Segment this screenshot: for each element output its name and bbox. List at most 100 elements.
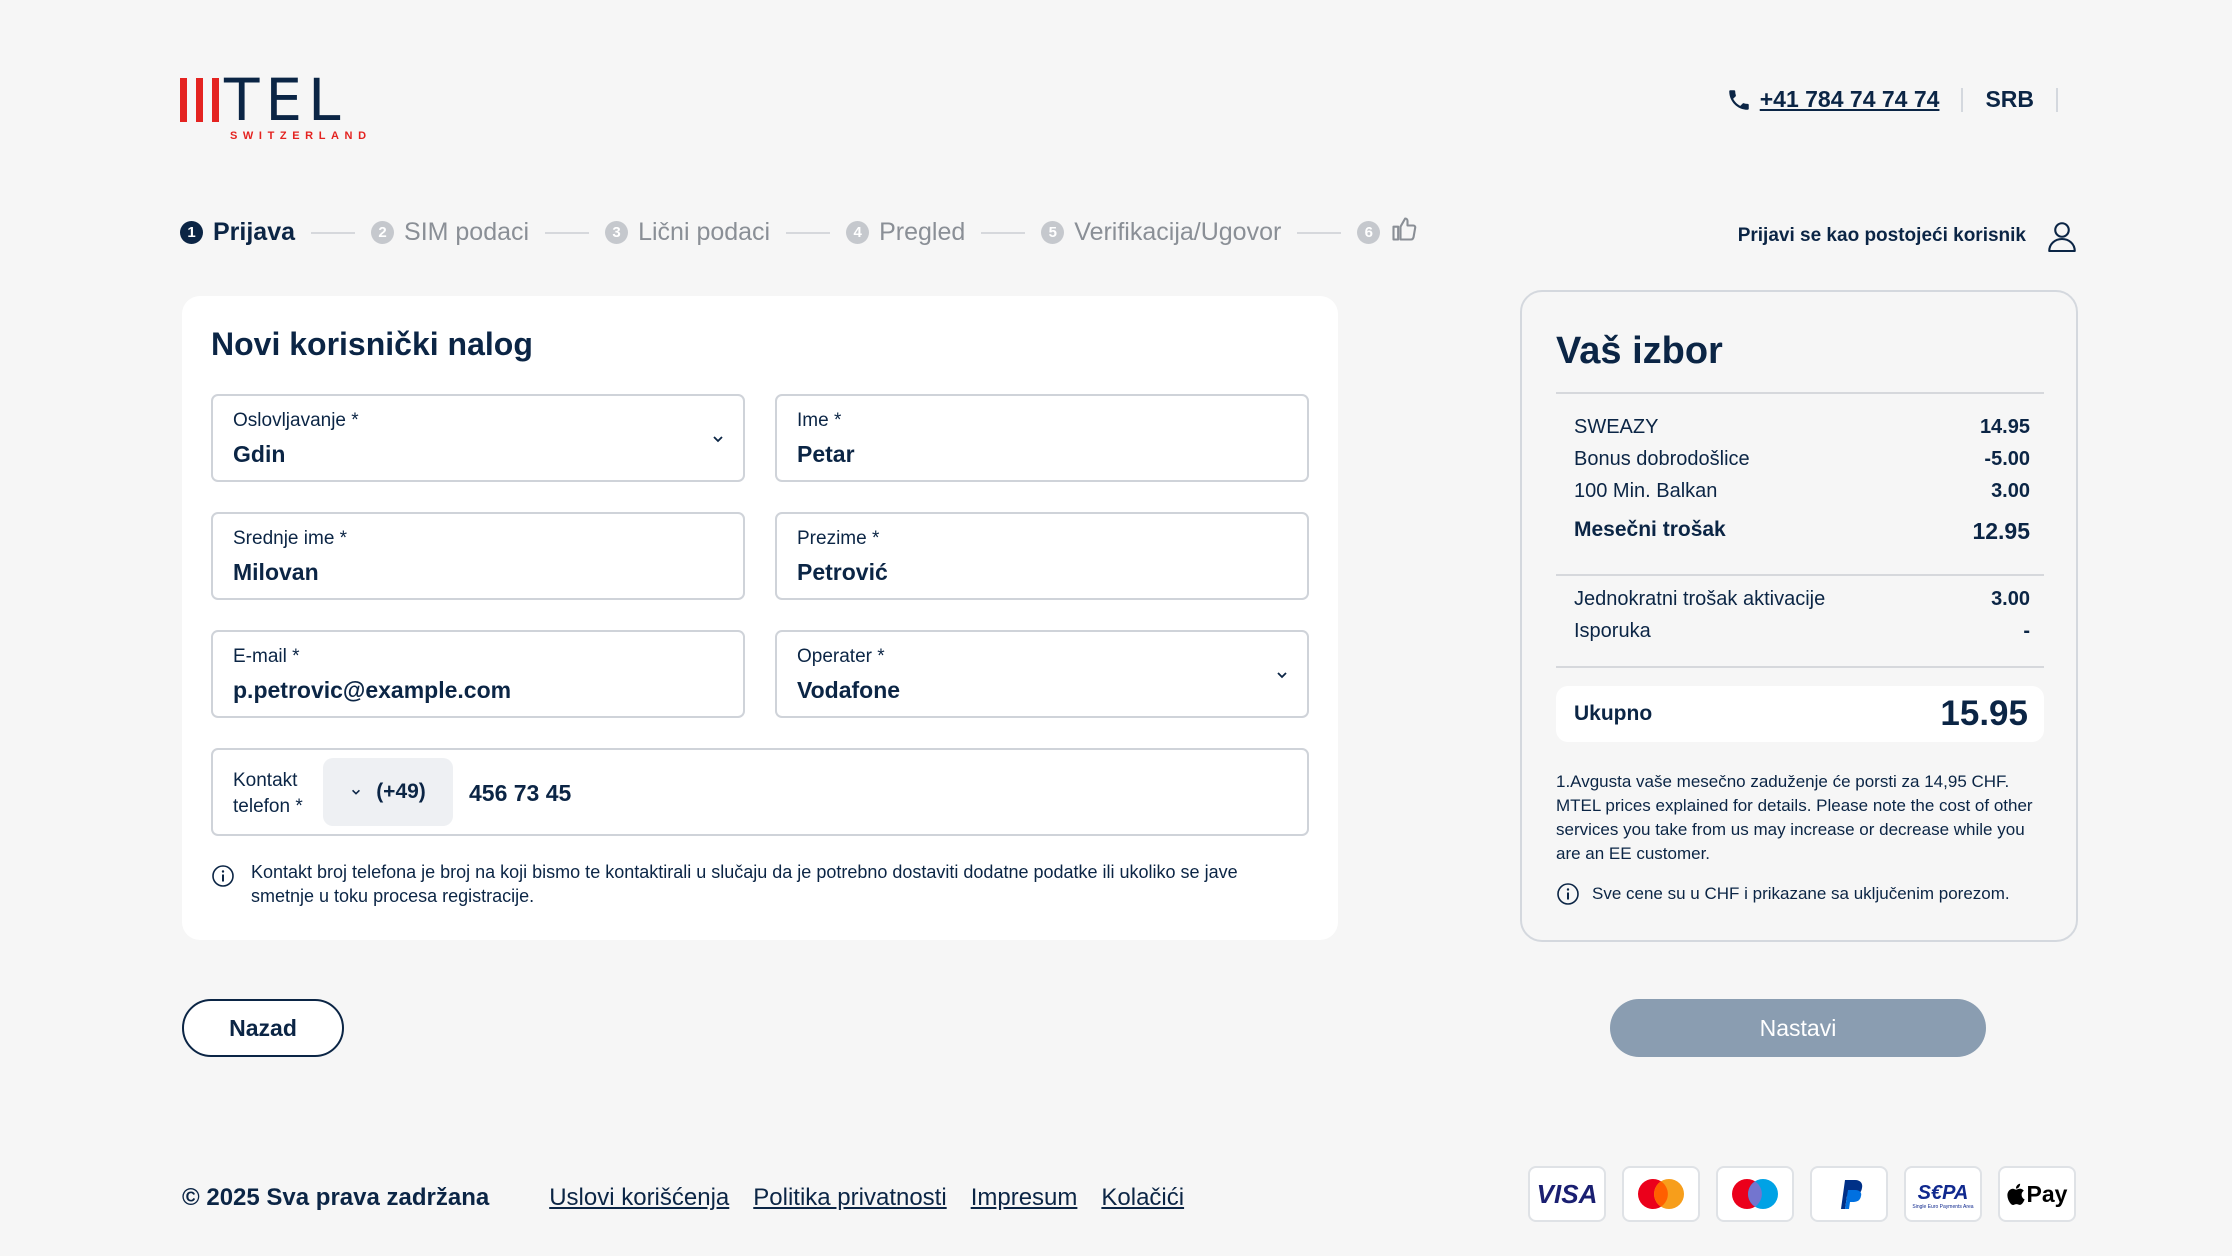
language-switch[interactable]: SRB (1985, 86, 2034, 113)
divider (1556, 392, 2044, 394)
activation-row: Jednokratni trošak aktivacije 3.00 (1574, 588, 2030, 611)
row-label: Isporuka (1574, 620, 1651, 642)
step-number: 1 (180, 221, 203, 244)
total-value: 15.95 (1940, 694, 2028, 733)
first-name-field[interactable]: Ime * Petar (775, 394, 1309, 482)
email-field[interactable]: E-mail * p.petrovic@example.com (211, 630, 745, 718)
step-verifikacija: 5 Verifikacija/Ugovor (1041, 218, 1281, 247)
last-name-field[interactable]: Prezime * Petrović (775, 512, 1309, 600)
divider (2056, 87, 2058, 112)
row-label: Mesečni trošak (1574, 518, 1726, 541)
form-title: Novi korisnički nalog (211, 326, 533, 362)
logo-bars (180, 78, 219, 122)
step-sim-podaci: 2 SIM podaci (371, 218, 529, 247)
chevron-down-icon (352, 789, 361, 795)
field-value: Petar (797, 441, 855, 467)
payment-methods: VISA S€PA Single Euro Payments Area Pay (1528, 1166, 2076, 1222)
summary-title: Vaš izbor (1556, 330, 1723, 372)
step-label: Prijava (213, 218, 296, 246)
step-pregled: 4 Pregled (846, 218, 965, 247)
logo-subtitle: SWITZERLAND (230, 130, 372, 142)
back-button[interactable]: Nazad (182, 999, 344, 1057)
divider (1556, 574, 2044, 576)
info-icon (1557, 883, 1579, 905)
progress-stepper: 1 Prijava 2 SIM podaci 3 Lični podaci 4 … (180, 216, 1418, 247)
row-label: SWEAZY (1574, 416, 1659, 438)
field-label: Srednje ime * (233, 528, 348, 549)
step-label: Lični podaci (638, 218, 771, 246)
step-label: Verifikacija/Ugovor (1074, 218, 1282, 246)
summary-row: Bonus dobrodošlice -5.00 (1574, 448, 2030, 471)
field-value: Milovan (233, 559, 319, 585)
middle-name-field[interactable]: Srednje ime * Milovan (211, 512, 745, 600)
phone-link[interactable]: +41 784 74 74 74 (1760, 86, 1940, 113)
order-summary: Vaš izbor SWEAZY 14.95 Bonus dobrodošlic… (1520, 290, 2078, 942)
contact-phone-field[interactable]: Kontakt telefon * (+49) 456 73 45 (211, 748, 1309, 836)
step-licni-podaci: 3 Lični podaci (605, 218, 770, 247)
field-label: Kontakt telefon * (233, 770, 303, 817)
operator-select[interactable]: Operater * Vodafone (775, 630, 1309, 718)
login-link-label: Prijavi se kao postojeći korisnik (1737, 225, 2026, 246)
maestro-logo (1716, 1166, 1794, 1222)
field-label: Oslovljavanje * (233, 410, 359, 431)
logo-wordmark: TEL (224, 66, 347, 134)
delivery-row: Isporuka - (1574, 620, 2030, 643)
field-value: Gdin (233, 441, 286, 467)
next-button[interactable]: Nastavi (1610, 999, 1986, 1057)
step-number: 4 (846, 221, 870, 244)
step-label: SIM podaci (404, 218, 530, 246)
phone-info: Kontakt broj telefona je broj na koji bi… (211, 860, 1301, 908)
mtel-logo[interactable]: TEL SWITZERLAND (180, 70, 372, 144)
tax-info-text: Sve cene su u CHF i prikazane sa uključe… (1592, 884, 2010, 903)
mastercard-logo (1622, 1166, 1700, 1222)
chevron-down-icon (713, 436, 723, 443)
info-text: Kontakt broj telefona je broj na koji bi… (251, 862, 1238, 906)
total-label: Ukupno (1574, 702, 1653, 725)
step-number: 6 (1357, 221, 1381, 244)
footer: © 2025 Sva prava zadržana Uslovi korišće… (182, 1184, 1208, 1212)
step-number: 2 (371, 221, 395, 244)
country-code-select[interactable]: (+49) (323, 758, 453, 826)
phone-number-input[interactable]: 456 73 45 (469, 780, 571, 807)
field-value: p.petrovic@example.com (233, 677, 512, 703)
field-value: Vodafone (797, 677, 901, 703)
info-icon (212, 865, 234, 887)
header-contact: +41 784 74 74 74 SRB (1726, 86, 2080, 113)
step-number: 3 (605, 221, 629, 244)
monthly-cost-row: Mesečni trošak 12.95 (1574, 518, 2030, 545)
footer-link-impressum[interactable]: Impresum (971, 1184, 1078, 1212)
sepa-logo: S€PA Single Euro Payments Area (1904, 1166, 1982, 1222)
user-icon (2048, 222, 2076, 253)
pricing-note: 1.Avgusta vaše mesečno zaduženje će pors… (1556, 772, 2033, 863)
row-value: 3.00 (1991, 480, 2030, 502)
step-prijava: 1 Prijava (180, 218, 295, 247)
footer-link-privacy[interactable]: Politika privatnosti (753, 1184, 946, 1212)
phone-icon (1728, 89, 1749, 110)
row-value: 12.95 (1972, 518, 2030, 544)
row-value: 14.95 (1979, 416, 2030, 438)
salutation-select[interactable]: Oslovljavanje * Gdin (211, 394, 745, 482)
divider (1556, 666, 2044, 668)
thumbs-up-icon (1392, 216, 1417, 241)
copyright: © 2025 Sva prava zadržana (182, 1184, 490, 1211)
field-label: Operater * (797, 646, 885, 667)
step-done: 6 (1357, 216, 1418, 244)
svg-text:Single Euro Payments Area: Single Euro Payments Area (1912, 1204, 1973, 1210)
field-label: E-mail * (233, 646, 300, 667)
row-label: Jednokratni trošak aktivacije (1574, 588, 1826, 610)
row-value: 3.00 (1991, 588, 2030, 610)
row-value: - (2023, 620, 2030, 642)
row-label: Bonus dobrodošlice (1574, 448, 1750, 470)
new-account-form: Novi korisnički nalog Oslovljavanje * Gd… (182, 296, 1338, 940)
step-number: 5 (1041, 221, 1065, 244)
footer-link-cookies[interactable]: Kolačići (1101, 1184, 1184, 1212)
login-existing-user-link[interactable]: Prijavi se kao postojeći korisnik (1738, 218, 2080, 254)
row-label: 100 Min. Balkan (1574, 480, 1718, 502)
svg-text:S€PA: S€PA (1918, 1182, 1969, 1204)
summary-row: SWEAZY 14.95 (1574, 416, 2030, 439)
tax-info: Sve cene su u CHF i prikazane sa uključe… (1556, 882, 2010, 906)
step-label: Pregled (879, 218, 966, 246)
country-code: (+49) (376, 780, 426, 803)
divider (1961, 87, 1964, 112)
footer-link-terms[interactable]: Uslovi korišćenja (549, 1184, 729, 1212)
